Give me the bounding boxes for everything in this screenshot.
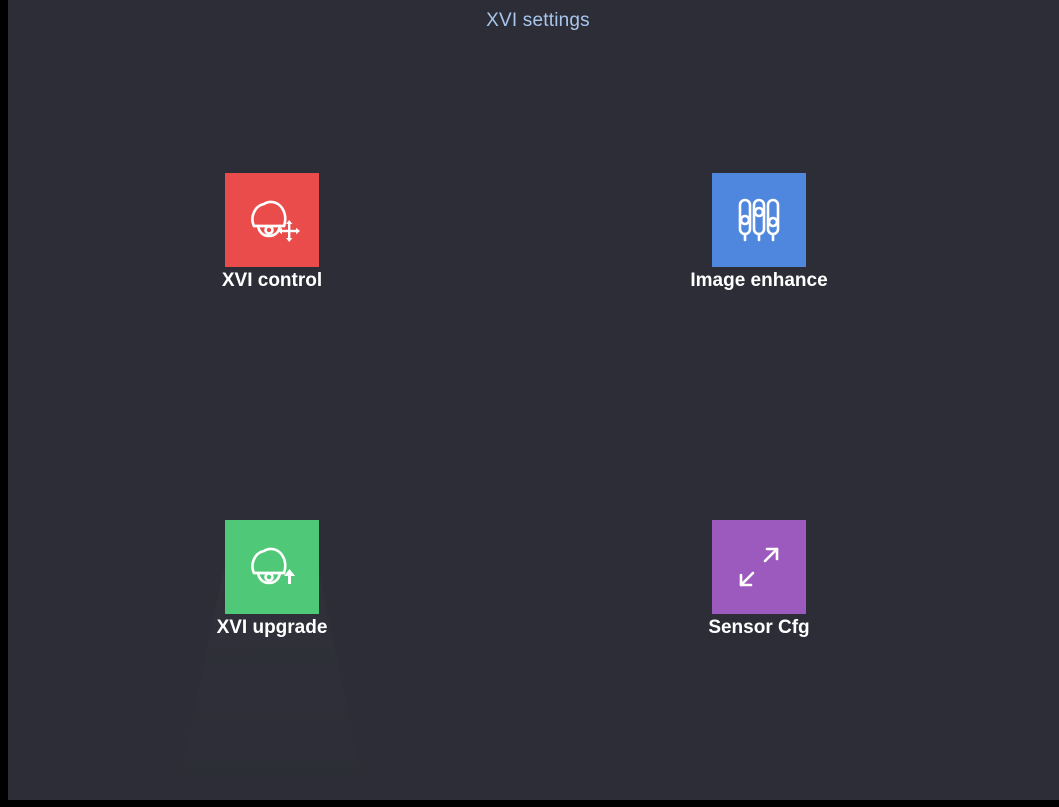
xvi-upgrade-tile[interactable]: XVI upgrade [170,520,370,670]
xvi-control-icon-box[interactable] [225,173,319,267]
sensor-cfg-label: Sensor Cfg [708,617,810,638]
image-enhance-icon-box[interactable] [712,173,806,267]
ptz-camera-move-icon [251,200,300,242]
ptz-camera-upgrade-icon [251,547,295,585]
sensor-cfg-icon-box[interactable] [712,520,806,614]
sensor-cfg-tile[interactable]: Sensor Cfg [657,520,857,670]
image-enhance-label: Image enhance [690,270,828,291]
image-enhance-tile[interactable]: Image enhance [657,173,857,323]
xvi-upgrade-label: XVI upgrade [216,617,328,638]
xvi-settings-window: XVI settings XVI control Image enhance X… [8,0,1059,800]
page-title: XVI settings [486,10,590,31]
equalizer-sliders-icon [738,198,780,242]
expand-arrows-icon [739,547,779,587]
xvi-control-tile[interactable]: XVI control [170,173,370,323]
xvi-control-label: XVI control [221,270,323,291]
xvi-upgrade-icon-box[interactable] [225,520,319,614]
